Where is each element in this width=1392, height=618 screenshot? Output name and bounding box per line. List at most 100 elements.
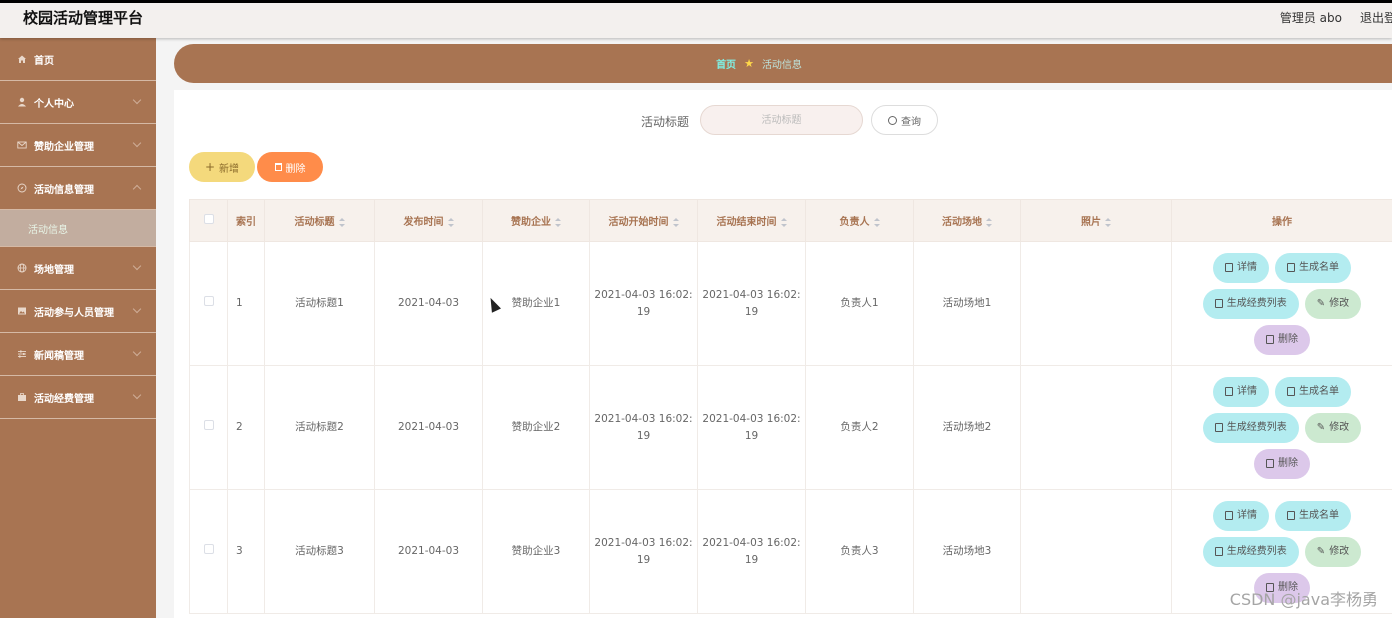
col-header-publish[interactable]: 发布时间	[374, 199, 483, 242]
document-icon	[1287, 387, 1295, 396]
edit-button[interactable]: ✎ 修改	[1304, 412, 1362, 443]
sort-icon[interactable]	[447, 217, 454, 227]
edit-button[interactable]: ✎ 修改	[1304, 288, 1362, 319]
sort-icon[interactable]	[555, 217, 561, 227]
fee-label: 生成经费列表	[1226, 546, 1287, 557]
sort-icon[interactable]	[780, 217, 787, 227]
col-header-end[interactable]: 活动结束时间	[697, 199, 806, 242]
row-delete-button[interactable]: 删除	[1254, 324, 1310, 355]
sidebar-item-home[interactable]: 首页	[0, 38, 156, 81]
fee-label: 生成经费列表	[1226, 422, 1287, 433]
cell-publish: 2021-04-03	[374, 489, 483, 614]
logout-link[interactable]: 退出登录	[1360, 9, 1392, 26]
select-all-checkbox[interactable]	[203, 214, 214, 224]
query-button[interactable]: 查询	[871, 105, 938, 135]
fee-label: 生成经费列表	[1226, 298, 1287, 309]
row-checkbox[interactable]	[203, 544, 214, 554]
generate-namelist-button[interactable]: 生成名单	[1275, 500, 1351, 531]
remove-label: 删除	[1278, 582, 1298, 593]
col-header-sponsor[interactable]: 赞助企业	[482, 199, 590, 242]
sidebar: 首页 个人中心 赞助企业管理 活动信息管理 活动信息 场地管理 活动参与人员管理…	[0, 38, 156, 618]
generate-fee-list-button[interactable]: 生成经费列表	[1202, 412, 1299, 443]
trash-icon	[1266, 583, 1274, 592]
sidebar-item-sponsor[interactable]: 赞助企业管理	[0, 124, 156, 167]
sidebar-subitem-activity-info[interactable]: 活动信息	[0, 210, 156, 247]
sort-icon[interactable]	[338, 217, 345, 227]
generate-fee-list-button[interactable]: 生成经费列表	[1202, 288, 1299, 319]
header-user-area: 管理员 abo 退出登录	[1280, 9, 1392, 26]
cell-publish: 2021-04-03	[374, 365, 483, 490]
user-icon	[16, 97, 27, 108]
edit-button[interactable]: ✎ 修改	[1304, 536, 1362, 567]
sidebar-item-label: 首页	[34, 55, 54, 67]
briefcase-icon	[16, 392, 27, 403]
col-header-label: 活动标题	[294, 217, 335, 228]
sidebar-item-label: 赞助企业管理	[34, 141, 94, 153]
cell-start-date: 2021-04-03 16:02:	[594, 288, 693, 301]
add-button[interactable]: + 新增	[189, 152, 255, 182]
search-bar: 活动标题 查询	[174, 105, 1392, 135]
delete-button-label: 删除	[285, 163, 306, 175]
cell-end-date: 2021-04-03 16:02:	[702, 412, 801, 425]
col-header-index: 索引	[227, 199, 265, 242]
cell-actions: 详情 生成名单生成经费列表 ✎ 修改删除	[1171, 489, 1392, 614]
sort-icon[interactable]	[873, 217, 880, 227]
sidebar-item-funds[interactable]: 活动经费管理	[0, 376, 156, 419]
detail-button[interactable]: 详情	[1213, 252, 1269, 283]
cell-leader: 负责人2	[805, 365, 914, 490]
remove-label: 删除	[1278, 458, 1298, 469]
row-action-group: 详情 生成名单生成经费列表 ✎ 修改删除	[1192, 500, 1372, 603]
cell-start-sec: 19	[636, 305, 651, 318]
sort-icon[interactable]	[672, 217, 679, 227]
detail-button[interactable]: 详情	[1213, 376, 1269, 407]
col-header-photo[interactable]: 照片	[1020, 199, 1172, 242]
cell-start: 2021-04-03 16:02: 19	[589, 241, 698, 366]
generate-fee-list-button[interactable]: 生成经费列表	[1202, 536, 1299, 567]
cell-end: 2021-04-03 16:02: 19	[697, 489, 806, 614]
sort-icon[interactable]	[1105, 217, 1111, 227]
col-header-leader[interactable]: 负责人	[805, 199, 914, 242]
chevron-up-icon	[132, 184, 142, 194]
remove-label: 删除	[1278, 334, 1298, 345]
table-header-row: 索引 活动标题 发布时间 赞助企业 活动开始时间 活动结束时间 负责人 活动场地…	[189, 199, 1392, 242]
sort-icon[interactable]	[986, 217, 992, 227]
document-icon	[1287, 263, 1295, 272]
sidebar-item-label: 个人中心	[34, 98, 74, 110]
star-icon: ★	[744, 57, 754, 70]
col-header-venue[interactable]: 活动场地	[913, 199, 1021, 242]
col-header-title[interactable]: 活动标题	[264, 199, 375, 242]
breadcrumb-home[interactable]: 首页	[716, 56, 736, 71]
sidebar-item-activity[interactable]: 活动信息管理	[0, 167, 156, 210]
row-delete-button[interactable]: 删除	[1254, 448, 1310, 479]
row-checkbox[interactable]	[203, 296, 214, 306]
row-select-cell	[189, 365, 228, 490]
col-header-label: 活动结束时间	[716, 217, 777, 228]
sidebar-item-news[interactable]: 新闻稿管理	[0, 333, 156, 376]
query-button-label: 查询	[901, 116, 921, 128]
generate-namelist-button[interactable]: 生成名单	[1275, 376, 1351, 407]
col-header-start[interactable]: 活动开始时间	[589, 199, 698, 242]
trash-icon	[1266, 335, 1274, 344]
detail-button[interactable]: 详情	[1213, 500, 1269, 531]
namelist-label: 生成名单	[1299, 262, 1339, 273]
cell-start-sec: 19	[636, 429, 651, 442]
col-header-label: 负责人	[839, 217, 870, 228]
cell-index: 2	[227, 365, 265, 490]
app-title: 校园活动管理平台	[23, 9, 144, 27]
document-icon	[1225, 263, 1233, 272]
cell-photo	[1020, 241, 1172, 366]
mail-icon	[16, 140, 27, 151]
batch-delete-button[interactable]: 删除	[257, 152, 323, 182]
sidebar-item-profile[interactable]: 个人中心	[0, 81, 156, 124]
sliders-icon	[16, 349, 27, 360]
generate-namelist-button[interactable]: 生成名单	[1275, 252, 1351, 283]
sidebar-item-venue[interactable]: 场地管理	[0, 247, 156, 290]
row-delete-button[interactable]: 删除	[1254, 572, 1310, 603]
chevron-down-icon	[132, 347, 142, 357]
sidebar-item-participants[interactable]: 活动参与人员管理	[0, 290, 156, 333]
breadcrumb: 首页 ★ 活动信息	[174, 44, 1392, 83]
cell-start: 2021-04-03 16:02: 19	[589, 489, 698, 614]
search-input[interactable]	[700, 105, 863, 135]
select-all-cell	[189, 199, 228, 242]
row-checkbox[interactable]	[203, 420, 214, 430]
